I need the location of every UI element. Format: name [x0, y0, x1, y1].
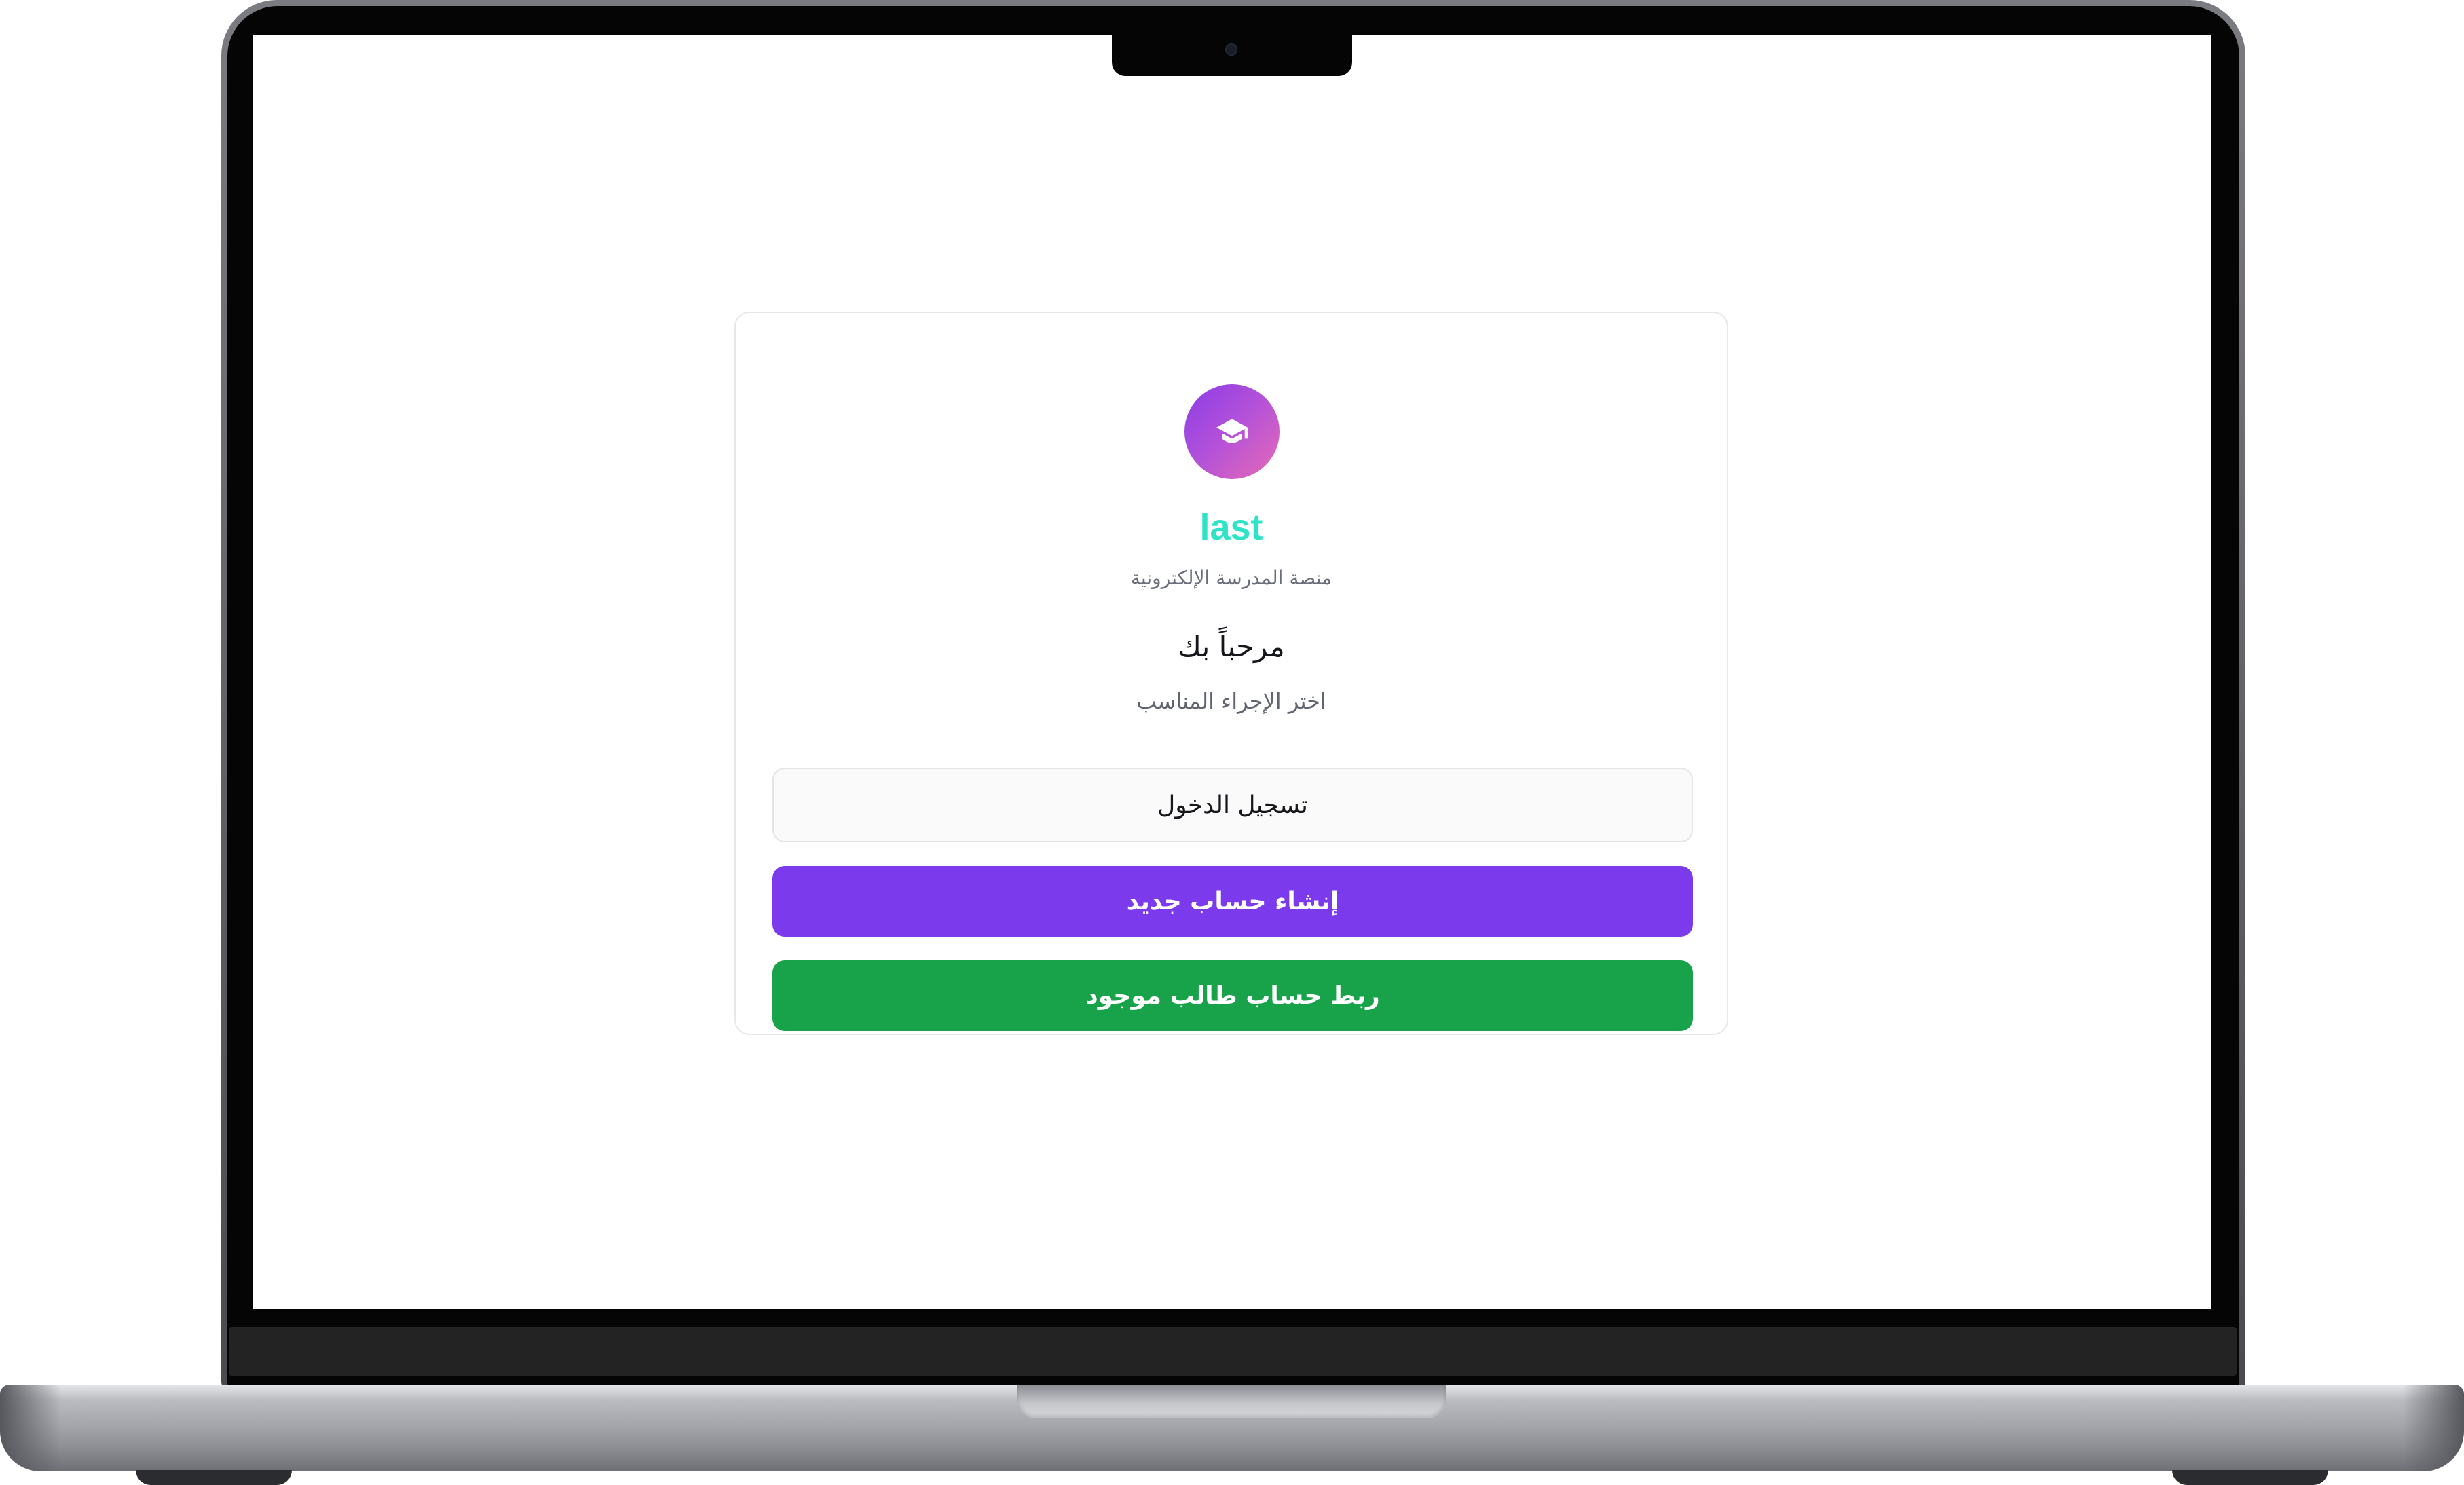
- laptop-foot-left: [136, 1470, 292, 1485]
- camera-icon: [1225, 43, 1237, 56]
- link-student-account-button[interactable]: ربط حساب طالب موجود: [772, 960, 1693, 1031]
- app-logo: [1184, 384, 1280, 479]
- welcome-card: last منصة المدرسة الإلكترونية مرحباً بك …: [734, 312, 1728, 1035]
- welcome-title: مرحباً بك: [1178, 630, 1285, 663]
- brand-name: last: [1199, 507, 1263, 548]
- action-prompt: اختر الإجراء المناسب: [1136, 688, 1326, 714]
- laptop-foot-right: [2172, 1470, 2328, 1485]
- platform-tagline: منصة المدرسة الإلكترونية: [1130, 567, 1332, 589]
- graduation-cap-icon: [1216, 419, 1248, 443]
- device-mockup: last منصة المدرسة الإلكترونية مرحباً بك …: [0, 0, 2464, 1485]
- screen: last منصة المدرسة الإلكترونية مرحباً بك …: [253, 35, 2211, 1309]
- login-button[interactable]: تسجيل الدخول: [772, 768, 1693, 842]
- laptop-hinge-notch: [1017, 1385, 1446, 1418]
- screen-chin: [229, 1327, 2237, 1376]
- laptop-base-edge-right: [2403, 1385, 2464, 1471]
- register-button[interactable]: إنشاء حساب جديد: [772, 866, 1693, 937]
- laptop-base-edge-left: [0, 1385, 61, 1471]
